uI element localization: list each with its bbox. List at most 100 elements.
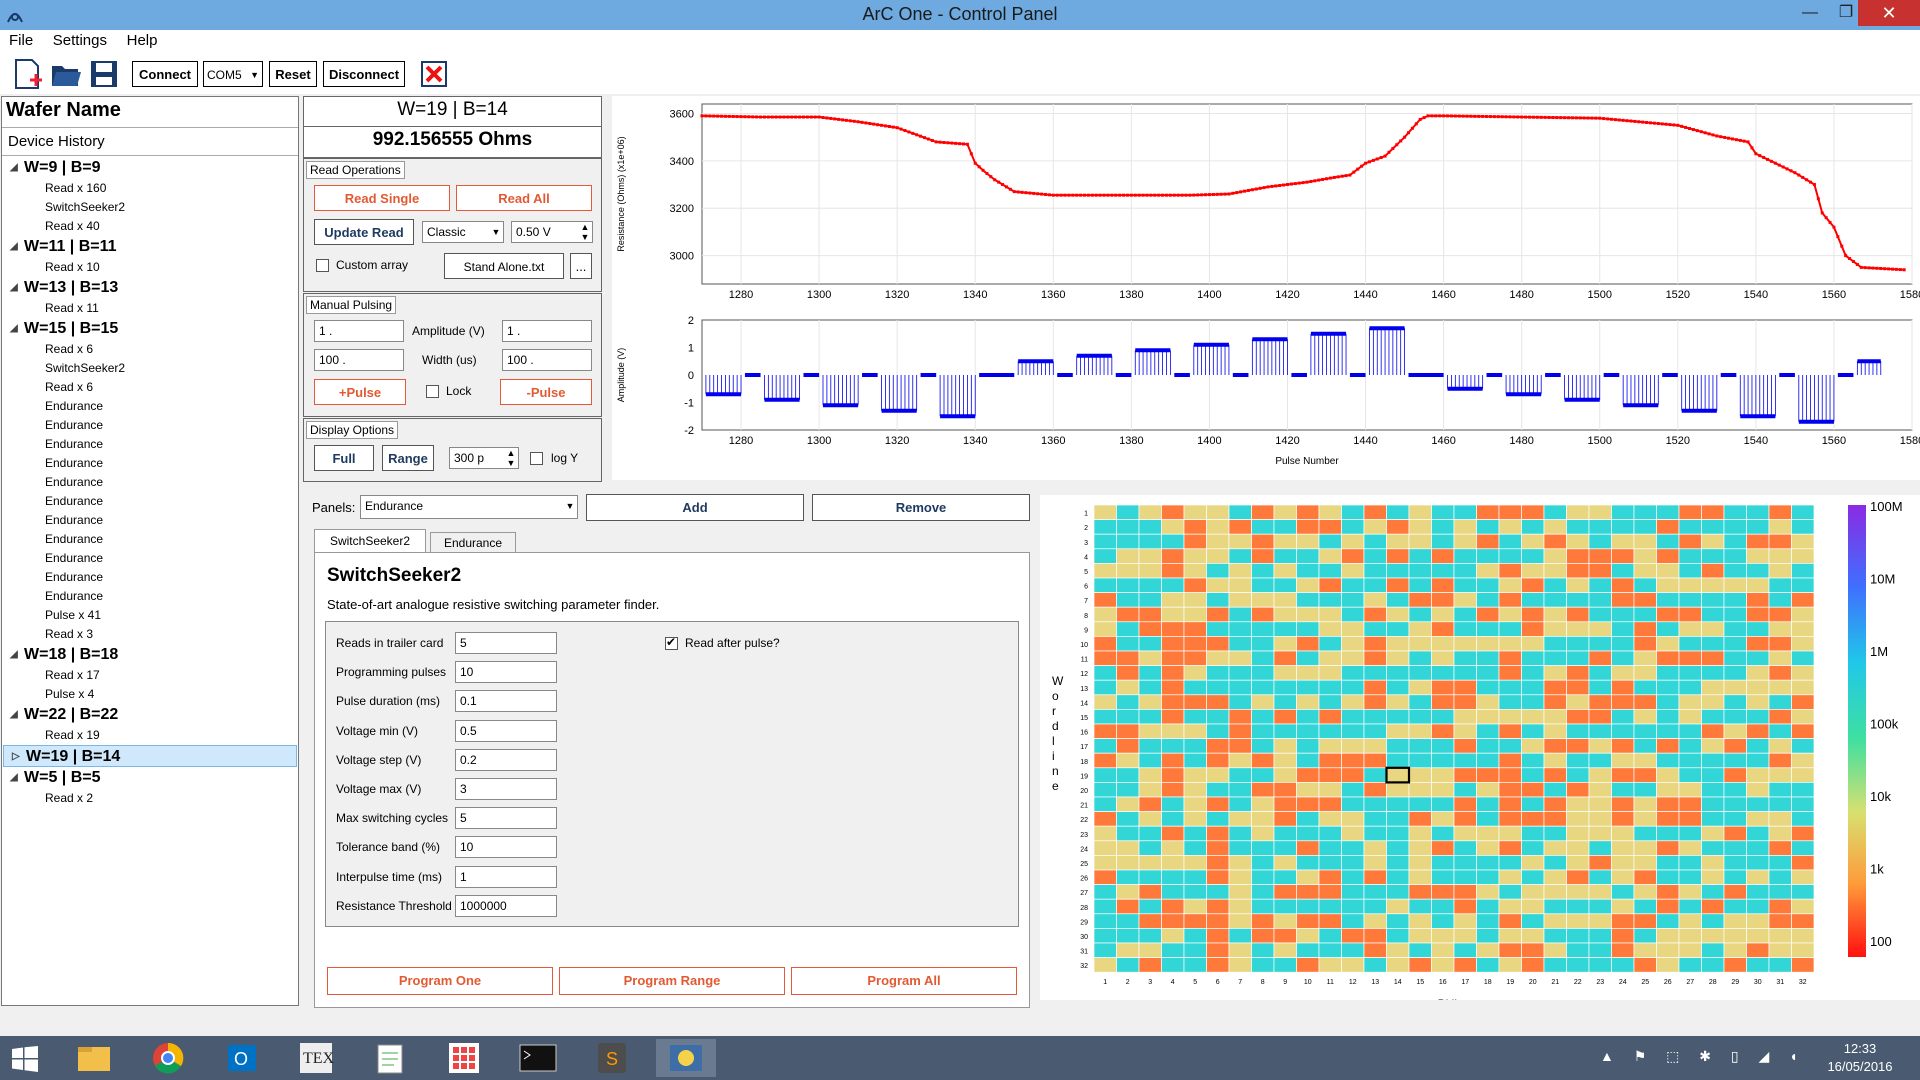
crossbar-cell[interactable]: [1228, 694, 1252, 710]
crossbar-cell[interactable]: [1611, 636, 1635, 652]
crossbar-cell[interactable]: [1656, 840, 1680, 856]
crossbar-cell[interactable]: [1678, 592, 1702, 608]
crossbar-cell[interactable]: [1296, 869, 1320, 885]
crossbar-cell[interactable]: [1431, 825, 1455, 842]
crossbar-cell[interactable]: [1386, 709, 1410, 725]
crossbar-cell[interactable]: [1273, 738, 1297, 754]
crossbar-cell[interactable]: [1611, 767, 1635, 783]
crossbar-cell[interactable]: [1138, 942, 1162, 958]
crossbar-cell[interactable]: [1746, 928, 1770, 944]
chevron-down-icon[interactable]: ◢: [10, 704, 18, 726]
crossbar-cell[interactable]: [1386, 723, 1410, 739]
crossbar-cell[interactable]: [1678, 928, 1702, 944]
crossbar-cell[interactable]: [1161, 825, 1185, 842]
crossbar-cell[interactable]: [1746, 767, 1770, 783]
program-range-button[interactable]: Program Range: [559, 967, 785, 995]
crossbar-cell[interactable]: [1431, 869, 1455, 885]
crossbar-cell[interactable]: [1656, 519, 1680, 535]
crossbar-cell[interactable]: [1116, 840, 1140, 856]
crossbar-cell[interactable]: [1498, 782, 1522, 798]
crossbar-cell[interactable]: [1498, 504, 1522, 520]
open-folder-icon[interactable]: [50, 58, 82, 90]
crossbar-cell[interactable]: [1588, 767, 1612, 783]
crossbar-cell[interactable]: [1453, 709, 1477, 725]
crossbar-cell[interactable]: [1341, 738, 1365, 754]
crossbar-cell[interactable]: [1768, 679, 1792, 696]
crossbar-cell[interactable]: [1431, 767, 1455, 783]
custom-array-checkbox[interactable]: [316, 259, 329, 272]
crossbar-cell[interactable]: [1408, 796, 1432, 812]
crossbar-cell[interactable]: [1543, 636, 1567, 652]
read-single-button[interactable]: Read Single: [314, 185, 450, 211]
crossbar-cell[interactable]: [1723, 548, 1747, 564]
crossbar-cell[interactable]: [1521, 884, 1545, 900]
crossbar-cell[interactable]: [1296, 533, 1320, 550]
crossbar-cell[interactable]: [1116, 548, 1140, 564]
tree-node[interactable]: ◢ W=18 | B=18: [2, 644, 298, 666]
crossbar-cell[interactable]: [1521, 913, 1545, 929]
crossbar-cell[interactable]: [1453, 548, 1477, 564]
tree-leaf[interactable]: Read x 17: [2, 666, 298, 685]
crossbar-cell[interactable]: [1791, 796, 1815, 812]
crossbar-cell[interactable]: [1566, 782, 1590, 798]
crossbar-cell[interactable]: [1791, 650, 1815, 666]
crossbar-cell[interactable]: [1723, 898, 1747, 915]
crossbar-cell[interactable]: [1318, 752, 1342, 769]
crossbar-cell[interactable]: [1791, 694, 1815, 710]
crossbar-cell[interactable]: [1543, 504, 1567, 520]
crossbar-cell[interactable]: [1273, 665, 1297, 681]
crossbar-cell[interactable]: [1543, 679, 1567, 696]
crossbar-cell[interactable]: [1251, 942, 1275, 958]
crossbar-cell[interactable]: [1453, 723, 1477, 739]
crossbar-cell[interactable]: [1791, 811, 1815, 827]
crossbar-cell[interactable]: [1723, 621, 1747, 637]
crossbar-cell[interactable]: [1318, 855, 1342, 871]
crossbar-cell[interactable]: [1386, 782, 1410, 798]
save-icon[interactable]: [88, 58, 120, 90]
crossbar-cell[interactable]: [1363, 650, 1387, 666]
param-input[interactable]: 1: [455, 865, 557, 888]
close-button[interactable]: ✕: [1858, 0, 1920, 26]
crossbar-cell[interactable]: [1228, 957, 1252, 973]
crossbar-cell[interactable]: [1566, 679, 1590, 696]
crossbar-cell[interactable]: [1251, 577, 1275, 593]
read-voltage-spinner[interactable]: 0.50 V ▲ ▼: [511, 221, 593, 243]
crossbar-cell[interactable]: [1363, 767, 1387, 783]
crossbar-cell[interactable]: [1633, 665, 1657, 681]
crossbar-cell[interactable]: [1678, 577, 1702, 593]
crossbar-cell[interactable]: [1386, 577, 1410, 593]
crossbar-cell[interactable]: [1116, 796, 1140, 812]
crossbar-cell[interactable]: [1296, 782, 1320, 798]
crossbar-cell[interactable]: [1453, 767, 1477, 783]
crossbar-cell[interactable]: [1228, 840, 1252, 856]
crossbar-cell[interactable]: [1116, 811, 1140, 827]
tree-leaf[interactable]: Endurance: [2, 454, 298, 473]
crossbar-cell[interactable]: [1543, 694, 1567, 710]
crossbar-cell[interactable]: [1611, 825, 1635, 842]
plus-pulse-button[interactable]: +Pulse: [314, 379, 406, 405]
crossbar-cell[interactable]: [1498, 621, 1522, 637]
crossbar-cell[interactable]: [1791, 840, 1815, 856]
crossbar-cell[interactable]: [1543, 825, 1567, 842]
chevron-down-icon[interactable]: ◢: [10, 644, 18, 666]
crossbar-cell[interactable]: [1251, 869, 1275, 885]
crossbar-cell[interactable]: [1386, 942, 1410, 958]
crossbar-cell[interactable]: [1453, 606, 1477, 623]
crossbar-cell[interactable]: [1633, 606, 1657, 623]
crossbar-cell[interactable]: [1318, 811, 1342, 827]
crossbar-cell[interactable]: [1498, 519, 1522, 535]
crossbar-cell[interactable]: [1296, 884, 1320, 900]
crossbar-cell[interactable]: [1206, 709, 1230, 725]
crossbar-cell[interactable]: [1251, 519, 1275, 535]
crossbar-cell[interactable]: [1341, 840, 1365, 856]
crossbar-cell[interactable]: [1566, 592, 1590, 608]
crossbar-cell[interactable]: [1633, 767, 1657, 783]
crossbar-cell[interactable]: [1093, 621, 1117, 637]
crossbar-cell[interactable]: [1341, 855, 1365, 871]
crossbar-cell[interactable]: [1768, 869, 1792, 885]
crossbar-cell[interactable]: [1678, 855, 1702, 871]
crossbar-cell[interactable]: [1296, 840, 1320, 856]
crossbar-cell[interactable]: [1476, 533, 1500, 550]
crossbar-cell[interactable]: [1543, 533, 1567, 550]
crossbar-cell[interactable]: [1318, 869, 1342, 885]
